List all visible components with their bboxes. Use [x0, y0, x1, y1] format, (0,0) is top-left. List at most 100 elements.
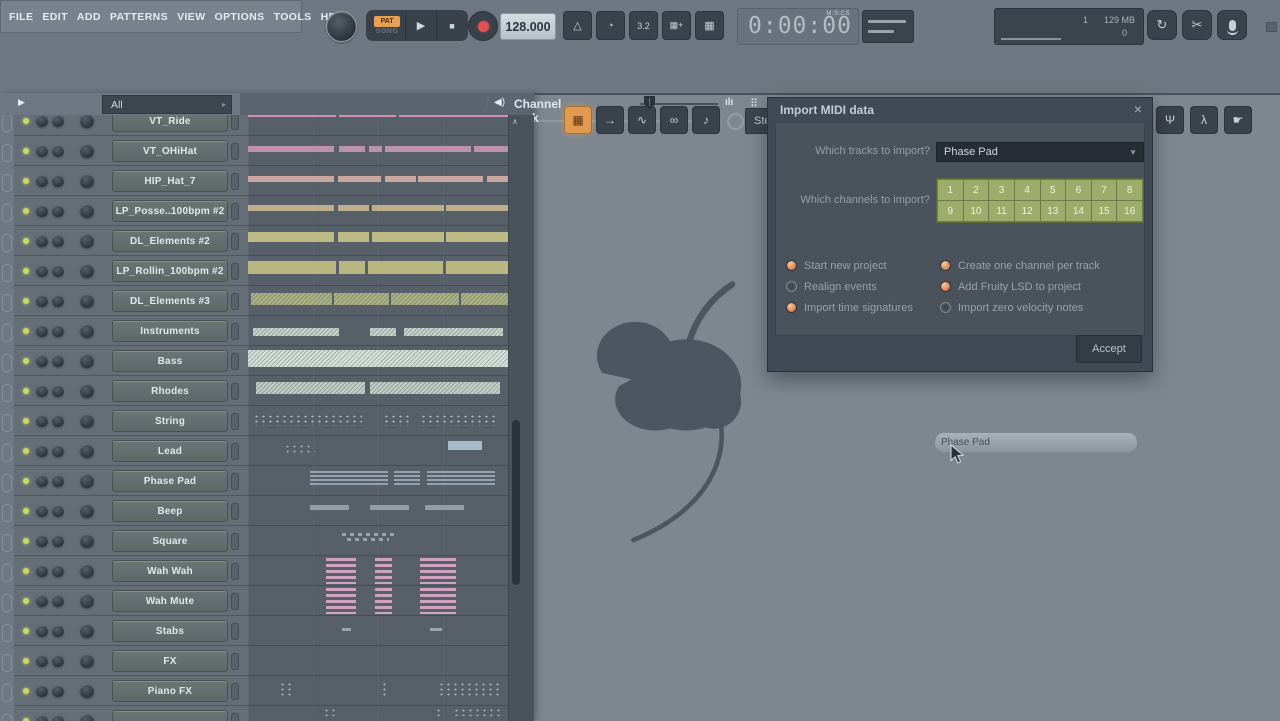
channel-enable-led[interactable]: [23, 568, 29, 574]
channel-button-LP_Rollin_100bpm #2[interactable]: LP_Rollin_100bpm #2: [112, 260, 228, 282]
pattern-preview-segment[interactable]: [453, 708, 500, 716]
channel-target-knob[interactable]: [80, 624, 94, 638]
pattern-preview-segment[interactable]: [370, 505, 409, 510]
pattern-preview-segment[interactable]: [383, 414, 409, 426]
pattern-preview-segment[interactable]: [448, 441, 482, 450]
pattern-preview-segment[interactable]: [446, 205, 508, 211]
channel-target-knob[interactable]: [80, 684, 94, 698]
channel-pan-knob[interactable]: [36, 655, 48, 667]
pattern-preview-segment[interactable]: [435, 708, 440, 716]
channel-selector-pill[interactable]: [231, 293, 239, 310]
menu-item-options[interactable]: OPTIONS: [215, 11, 265, 23]
channel-button-Rhodes[interactable]: Rhodes: [112, 380, 228, 402]
countdown-button[interactable]: 3.2: [629, 11, 658, 40]
channel-target-knob[interactable]: [80, 294, 94, 308]
channel-pan-knob[interactable]: [36, 325, 48, 337]
channel-target-knob[interactable]: [80, 234, 94, 248]
channel-button-VT_Ride[interactable]: VT_Ride: [112, 115, 228, 132]
channel-pan-knob[interactable]: [36, 685, 48, 697]
pattern-preview-segment[interactable]: [427, 471, 495, 485]
channel-volume-knob[interactable]: [52, 505, 64, 517]
pattern-preview-segment[interactable]: [323, 708, 336, 716]
channel-volume-knob[interactable]: [52, 475, 64, 487]
channel-volume-knob[interactable]: [52, 625, 64, 637]
channel-button-Lead[interactable]: Lead: [112, 440, 228, 462]
midi-channel-cell-2[interactable]: 2: [964, 180, 989, 200]
rack-scrollbar-thumb[interactable]: [512, 420, 520, 585]
wait-for-input-button[interactable]: ◔: [596, 11, 625, 40]
pattern-preview-segment[interactable]: [418, 176, 483, 182]
channel-filter-dropdown[interactable]: All ▸: [102, 95, 232, 114]
midi-channel-cell-3[interactable]: 3: [989, 180, 1014, 200]
channel-target-knob[interactable]: [80, 444, 94, 458]
channel-volume-knob[interactable]: [52, 355, 64, 367]
pattern-preview-segment[interactable]: [381, 682, 386, 698]
channel-button-VT_OHiHat[interactable]: VT_OHiHat: [112, 140, 228, 162]
minimize-box[interactable]: [1266, 22, 1277, 32]
channel-selector-pill[interactable]: [231, 533, 239, 550]
channel-enable-led[interactable]: [23, 178, 29, 184]
channel-selector-pill[interactable]: [231, 203, 239, 220]
channel-button-DL_Elements #2[interactable]: DL_Elements #2: [112, 230, 228, 252]
channel-button-Wah Mute[interactable]: Wah Mute: [112, 590, 228, 612]
midi-channel-cell-15[interactable]: 15: [1092, 201, 1117, 221]
channel-selector-pill[interactable]: [231, 173, 239, 190]
pattern-preview-segment[interactable]: [385, 176, 416, 182]
pattern-preview-segment[interactable]: [339, 146, 365, 152]
pattern-preview-segment[interactable]: [446, 232, 508, 242]
pattern-preview-segment[interactable]: [420, 588, 456, 614]
channel-volume-knob[interactable]: [52, 415, 64, 427]
pattern-preview-segment[interactable]: [420, 558, 456, 584]
pattern-preview-segment[interactable]: [338, 232, 369, 242]
channel-target-knob[interactable]: [80, 144, 94, 158]
stop-button[interactable]: ■: [436, 12, 467, 39]
channel-volume-knob[interactable]: [52, 265, 64, 277]
pattern-preview-segment[interactable]: [368, 261, 443, 274]
midi-channel-cell-11[interactable]: 11: [989, 201, 1014, 221]
channel-volume-knob[interactable]: [52, 235, 64, 247]
channel-selector-pill[interactable]: [231, 233, 239, 250]
channel-selector-pill[interactable]: [231, 383, 239, 400]
pattern-preview-segment[interactable]: [420, 414, 498, 426]
midi-channel-cell-4[interactable]: 4: [1015, 180, 1040, 200]
step-edit-button[interactable]: →: [596, 106, 624, 134]
pattern-preview-segment[interactable]: [370, 328, 396, 336]
close-icon[interactable]: ×: [1134, 101, 1142, 117]
pattern-preview-segment[interactable]: [326, 558, 356, 584]
record-button[interactable]: [468, 11, 498, 41]
channel-enable-led[interactable]: [23, 118, 29, 124]
midi-channel-cell-7[interactable]: 7: [1092, 180, 1117, 200]
midi-channel-cell-5[interactable]: 5: [1041, 180, 1066, 200]
channel-button-Instruments[interactable]: Instruments: [112, 320, 228, 342]
radio-checked-icon[interactable]: [940, 281, 951, 292]
channel-target-knob[interactable]: [80, 534, 94, 548]
channel-enable-led[interactable]: [23, 358, 29, 364]
channel-volume-knob[interactable]: [52, 115, 64, 127]
channel-selector-pill[interactable]: [231, 473, 239, 490]
pattern-preview-segment[interactable]: [375, 588, 392, 614]
pattern-preview-segment[interactable]: [372, 232, 444, 242]
channel-pan-knob[interactable]: [36, 385, 48, 397]
channel-button-Phase Pad[interactable]: Phase Pad: [112, 470, 228, 492]
channel-selector-pill[interactable]: [231, 653, 239, 670]
channel-selector-pill[interactable]: [231, 563, 239, 580]
pat-mode-badge[interactable]: PAT: [374, 16, 400, 27]
pattern-preview-segment[interactable]: [385, 146, 471, 152]
channel-button-Stabs[interactable]: Stabs: [112, 620, 228, 642]
channel-selector-pill[interactable]: [231, 413, 239, 430]
channel-pan-knob[interactable]: [36, 505, 48, 517]
menu-item-add[interactable]: ADD: [77, 11, 101, 23]
midi-channel-cell-13[interactable]: 13: [1041, 201, 1066, 221]
pattern-preview-segment[interactable]: [487, 176, 508, 182]
channel-pan-knob[interactable]: [36, 295, 48, 307]
typing-keyboard-button[interactable]: ▦+: [662, 11, 691, 40]
pattern-preview-segment[interactable]: [279, 682, 295, 698]
channel-pan-knob[interactable]: [36, 355, 48, 367]
song-mode-label[interactable]: SONG: [376, 28, 399, 35]
channel-button-Piano FX[interactable]: Piano FX: [112, 680, 228, 702]
tempo-display[interactable]: 128.000: [500, 13, 556, 40]
graph-editor-icon[interactable]: ılı: [725, 97, 733, 108]
option-start-new-project[interactable]: Start new project: [786, 259, 913, 272]
channel-enable-led[interactable]: [23, 478, 29, 484]
channel-volume-knob[interactable]: [52, 145, 64, 157]
